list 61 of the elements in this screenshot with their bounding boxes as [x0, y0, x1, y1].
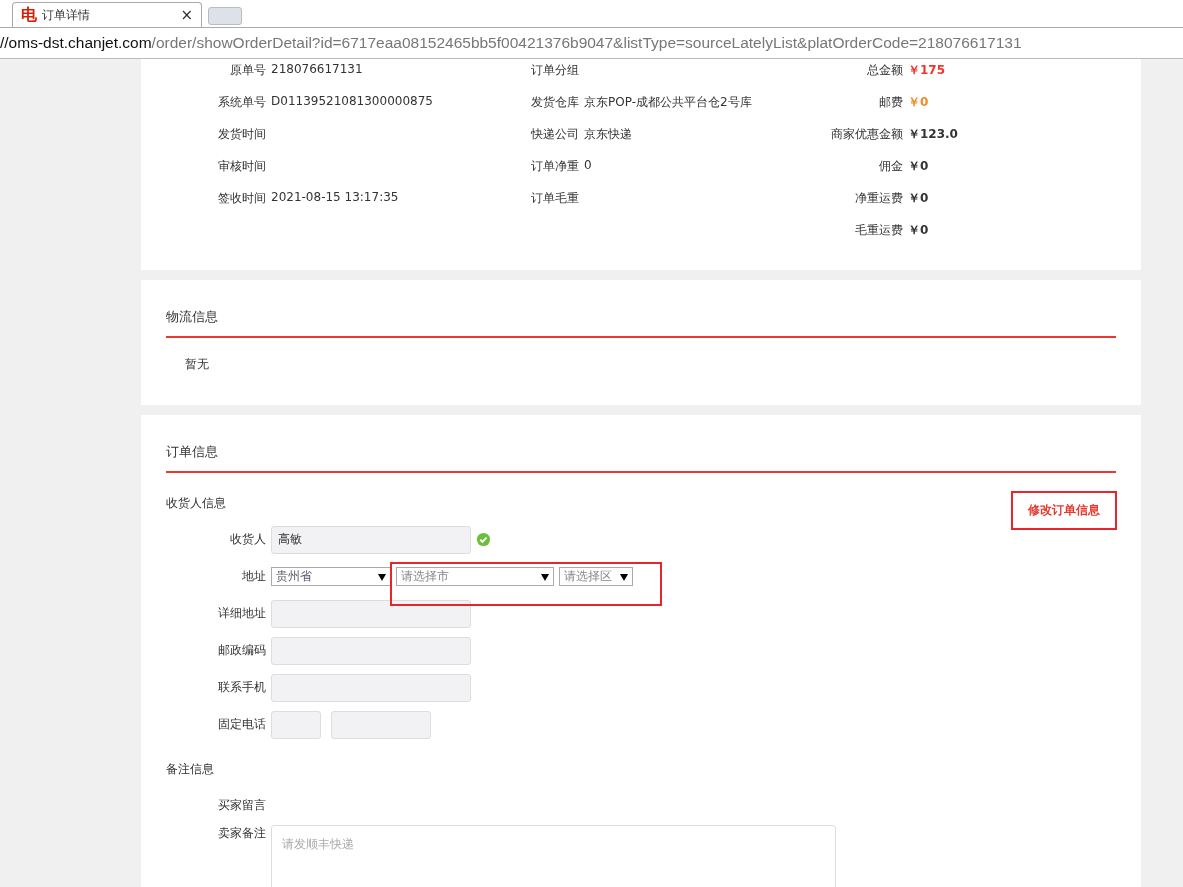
- field-label: 收货人: [229, 531, 266, 548]
- field-label: 佣金: [878, 158, 903, 175]
- field-label: 审核时间: [217, 158, 266, 175]
- field-value: ￥0: [908, 190, 929, 207]
- field-value: 0: [584, 158, 592, 174]
- select-field[interactable]: 请选择市: [396, 567, 554, 586]
- empty-text: 暂无: [184, 356, 210, 373]
- tab-logo: 电: [21, 4, 37, 26]
- input-field[interactable]: 高敏: [271, 525, 471, 554]
- field-value: ￥0: [908, 158, 929, 175]
- close-icon[interactable]: ×: [180, 6, 193, 24]
- field-label: 商家优惠金额: [830, 126, 903, 143]
- input-field[interactable]: [271, 710, 321, 739]
- field-label: 系统单号: [217, 94, 266, 111]
- input-field[interactable]: [331, 710, 431, 739]
- field-value: ￥123.0: [908, 126, 958, 143]
- select-field[interactable]: 贵州省: [271, 567, 391, 586]
- field-label: 签收时间: [217, 190, 266, 207]
- new-tab-button[interactable]: [208, 7, 242, 25]
- dropdown-arrow-icon: [378, 572, 386, 581]
- edit-order-button[interactable]: 修改订单信息: [1011, 491, 1117, 530]
- input-field[interactable]: [271, 599, 471, 628]
- field-label: 毛重运费: [854, 222, 903, 239]
- field-label: 卖家备注: [217, 825, 266, 842]
- select-field[interactable]: 请选择区: [559, 567, 633, 586]
- field-label: 订单毛重: [531, 190, 579, 207]
- field-label: 联系手机: [217, 679, 266, 696]
- field-label: 买家留言: [217, 796, 266, 814]
- dropdown-arrow-icon: [620, 572, 628, 581]
- field-label: 邮费: [878, 94, 903, 111]
- remark-field[interactable]: 请发顺丰快递: [271, 825, 836, 887]
- subsection-title: 备注信息: [166, 761, 215, 778]
- dropdown-arrow-icon: [541, 572, 549, 581]
- field-value: 京东POP-成都公共平台仓2号库: [584, 94, 752, 111]
- field-label: 固定电话: [217, 716, 266, 733]
- field-value: 218076617131: [271, 62, 363, 78]
- section-title: 物流信息: [166, 308, 219, 326]
- field-value: ￥0: [908, 94, 929, 111]
- field-label: 原单号: [229, 62, 266, 79]
- input-field[interactable]: [271, 636, 471, 665]
- field-label: 发货仓库: [531, 94, 579, 111]
- field-value: 京东快递: [584, 126, 632, 143]
- field-label: 详细地址: [217, 605, 266, 622]
- field-label: 订单分组: [531, 62, 579, 79]
- field-label: 地址: [241, 568, 266, 585]
- field-label: 快递公司: [531, 126, 579, 143]
- field-value: ￥0: [908, 222, 929, 239]
- field-label: 净重运费: [854, 190, 903, 207]
- field-value: 2021-08-15 13:17:35: [271, 190, 399, 206]
- field-label: 发货时间: [217, 126, 266, 143]
- input-field[interactable]: [271, 673, 471, 702]
- address-bar[interactable]: //oms-dst.chanjet.com/order/showOrderDetail?id=6717eaa08152465bb5f00421376b9047&listType=sourceLatelyList&platOrderCode=218076617131: [0, 28, 1183, 59]
- field-label: 邮政编码: [217, 642, 266, 659]
- browser-tab[interactable]: 电 订单详情 ×: [12, 2, 202, 27]
- field-value: ￥175: [908, 62, 946, 79]
- field-value: D01139521081300000875: [271, 94, 433, 110]
- field-label: 订单净重: [531, 158, 579, 175]
- tab-title: 订单详情: [42, 6, 91, 24]
- section-title: 订单信息: [166, 443, 219, 461]
- field-label: 总金额: [866, 62, 903, 79]
- subsection-title: 收货人信息: [166, 495, 226, 512]
